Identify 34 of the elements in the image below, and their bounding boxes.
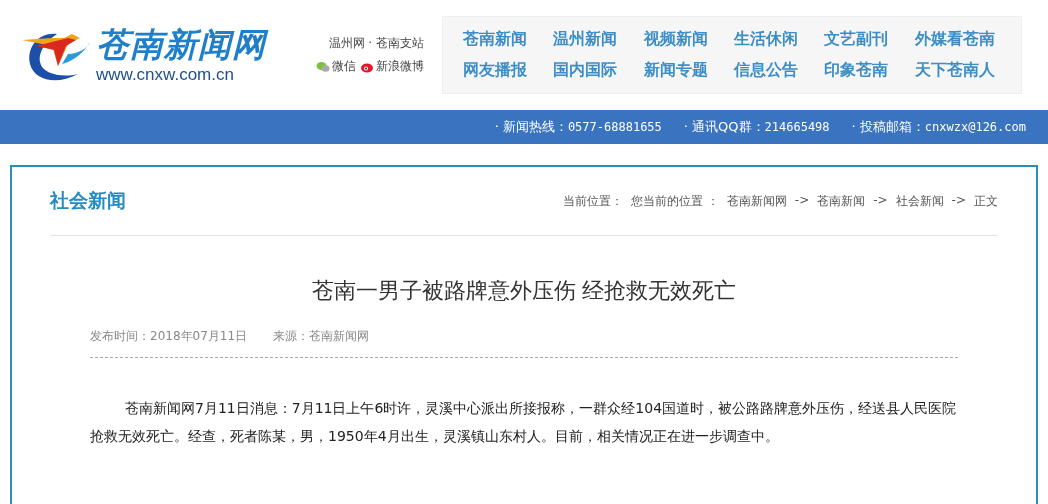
publish-date: 发布时间：2018年07月11日 bbox=[90, 328, 248, 345]
breadcrumb-label: 当前位置： bbox=[563, 192, 623, 210]
nav-link[interactable]: 网友播报 bbox=[463, 60, 534, 81]
nav-link[interactable]: 印象苍南 bbox=[824, 60, 895, 81]
nav-link[interactable]: 新闻专题 bbox=[643, 60, 714, 81]
breadcrumb-link[interactable]: 正文 bbox=[974, 192, 998, 210]
nav-link[interactable]: 生活休闲 bbox=[734, 29, 805, 50]
social-link[interactable]: 微信 bbox=[332, 58, 356, 75]
breadcrumb-separator: -> bbox=[873, 192, 888, 209]
nav-link[interactable]: 国内国际 bbox=[553, 60, 624, 81]
breadcrumb-link[interactable]: 社会新闻 bbox=[895, 192, 944, 210]
article-body: 苍南新闻网7月11日消息：7月11日上午6时许，灵溪中心派出所接报称，一群众经104国道时，被公路路牌意外压伤，经送县人民医院抢救无效死亡。经查，死者陈某，男，1950年4月出生，灵溪镇山东村人。目前，相关情况正在进一步调查中。 bbox=[90, 399, 958, 446]
nav-link[interactable]: 天下苍南人 bbox=[914, 60, 1001, 81]
contact-info: · 通讯QQ群：214665498 bbox=[683, 118, 830, 136]
breadcrumb-separator: -> bbox=[794, 192, 810, 209]
nav-link[interactable]: 信息公告 bbox=[734, 60, 805, 81]
nav-link[interactable]: 文艺副刊 bbox=[824, 29, 895, 50]
site-url: www.cnxw.com.cn bbox=[96, 65, 235, 85]
chat-icon bbox=[316, 60, 330, 73]
social-link[interactable]: 新浪微博 bbox=[376, 58, 424, 75]
nav-link[interactable]: 温州新闻 bbox=[553, 29, 624, 50]
breadcrumb-link[interactable]: 苍南新闻网 bbox=[726, 192, 787, 210]
breadcrumb-link[interactable]: 苍南新闻 bbox=[817, 192, 866, 210]
breadcrumb-separator: -> bbox=[951, 192, 966, 209]
nav-link[interactable]: 苍南新闻 bbox=[463, 29, 534, 50]
affiliation-text: 温州网 · 苍南支站 bbox=[328, 35, 424, 52]
nav-link[interactable]: 外媒看苍南 bbox=[914, 29, 1001, 50]
section-title: 社会新闻 bbox=[50, 188, 126, 213]
breadcrumb-intro: 您当前的位置 ： bbox=[631, 192, 719, 210]
contact-info: · 投稿邮箱：cnxwzx@126.com bbox=[851, 118, 1026, 136]
contact-info: · 新闻热线：0577-68881655 bbox=[494, 118, 662, 136]
nav-link[interactable]: 视频新闻 bbox=[643, 29, 714, 50]
article-source: 来源：苍南新闻网 bbox=[273, 328, 370, 345]
article-title: 苍南一男子被路牌意外压伤 经抢救无效死亡 bbox=[310, 277, 738, 305]
